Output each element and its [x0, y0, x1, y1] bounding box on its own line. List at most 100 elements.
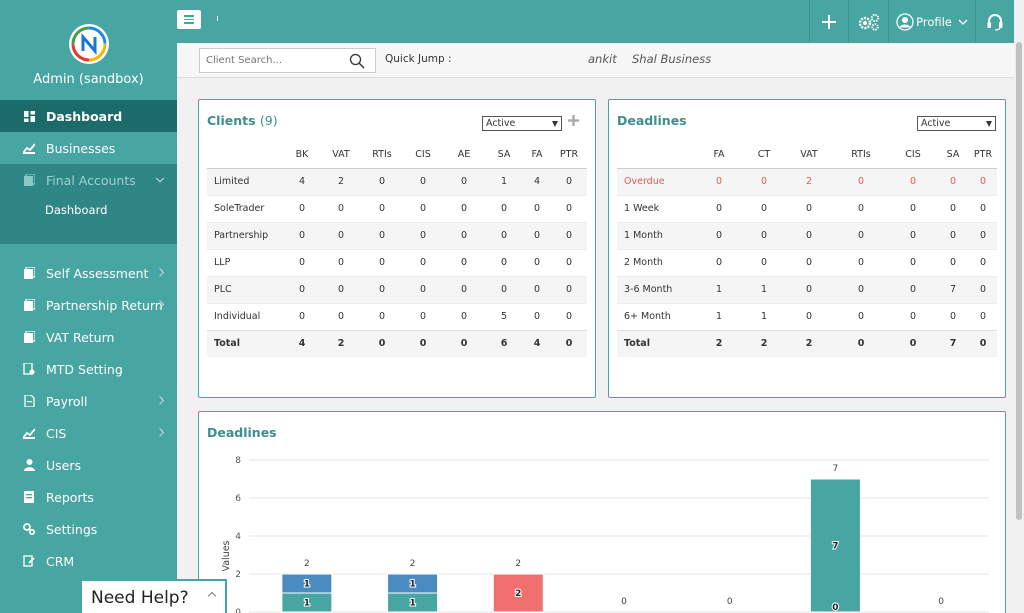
plus-icon — [822, 14, 836, 29]
row-label: Limited — [207, 167, 283, 195]
column-header: BK — [283, 141, 321, 169]
sidebar-item-crm[interactable]: CRM — [0, 545, 177, 577]
table-cell: 0 — [361, 194, 403, 222]
menu-toggle-button[interactable] — [177, 10, 201, 29]
row-label: Individual — [207, 302, 283, 330]
table-cell: 2 — [321, 329, 361, 357]
table-cell: 0 — [485, 248, 523, 276]
need-help-widget[interactable]: Need Help? — [80, 579, 227, 613]
column-header: CT — [743, 141, 785, 169]
gear-icon — [22, 522, 36, 536]
quick-jump-item[interactable]: Shal Business — [632, 52, 711, 66]
table-row: Total 4 2 0 0 0 6 4 0 — [207, 329, 587, 357]
sidebar-item-vat-return[interactable]: VAT Return — [0, 321, 177, 353]
client-search — [199, 48, 376, 73]
table-cell: 0 — [361, 275, 403, 303]
table-cell: 0 — [283, 221, 321, 249]
logo-icon[interactable] — [68, 24, 109, 64]
clients-title-text: Clients — [207, 113, 256, 128]
client-search-input[interactable] — [200, 49, 340, 72]
support-button[interactable] — [975, 0, 1014, 43]
deadlines-table: FA CT VAT RTIs CIS SA PTR Overdue 0 0 2 0 0 0 0 1 Week… — [617, 141, 997, 357]
add-client-button[interactable] — [568, 114, 579, 130]
settings-button[interactable] — [848, 0, 888, 43]
sidebar-item-mtd-setting[interactable]: MTD Setting — [0, 353, 177, 385]
table-cell: 0 — [485, 221, 523, 249]
table-cell: 0 — [523, 248, 551, 276]
sidebar-item-self-assessment[interactable]: Self Assessment — [0, 257, 177, 289]
sidebar-item-final-accounts[interactable]: Final Accounts — [0, 164, 177, 196]
sidebar-item-reports[interactable]: Reports — [0, 481, 177, 513]
avatar-icon — [896, 12, 914, 31]
table-cell: 0 — [695, 167, 743, 195]
column-header: CIS — [403, 141, 443, 169]
table-row: SoleTrader 0 0 0 0 0 0 0 0 — [207, 194, 587, 222]
sidebar-item-dashboard[interactable]: Dashboard — [0, 100, 177, 132]
chevron-up-icon[interactable] — [207, 591, 217, 601]
table-cell: 4 — [523, 167, 551, 195]
table-cell: 0 — [937, 221, 969, 249]
table-row: Total 2 2 2 0 0 7 0 — [617, 329, 997, 357]
table-cell: 0 — [485, 194, 523, 222]
bar-total-label: 0 — [621, 597, 627, 607]
folder-icon — [22, 298, 36, 312]
bar-total-label: 7 — [833, 464, 839, 474]
profile-label: Profile — [916, 14, 952, 29]
table-cell: 0 — [361, 167, 403, 195]
sidebar: Admin (sandbox) Dashboard Businesses Fin… — [0, 0, 177, 613]
table-cell: 1 — [695, 275, 743, 303]
sidebar-item-partnership-return[interactable]: Partnership Return — [0, 289, 177, 321]
table-cell: 0 — [889, 194, 937, 222]
sidebar-item-businesses[interactable]: Businesses — [0, 132, 177, 164]
chevron-right-icon — [155, 396, 165, 405]
table-cell: 0 — [551, 275, 587, 303]
page-scrollbar[interactable] — [1014, 0, 1024, 613]
crm-icon — [22, 554, 36, 568]
table-cell: 0 — [695, 194, 743, 222]
sidebar-item-label: MTD Setting — [46, 361, 123, 377]
search-icon[interactable] — [349, 53, 365, 69]
table-cell: 2 — [743, 329, 785, 357]
table-cell: 2 — [695, 329, 743, 357]
sidebar-item-payroll[interactable]: Payroll — [0, 385, 177, 417]
bar-total-label: 2 — [515, 559, 521, 569]
top-bar-actions: Profile — [809, 0, 1014, 43]
sidebar-item-users[interactable]: Users — [0, 449, 177, 481]
column-header: CIS — [889, 141, 937, 169]
quick-jump-item[interactable]: ankit — [588, 52, 617, 66]
folder-icon — [22, 330, 36, 344]
sidebar-item-label: VAT Return — [46, 329, 115, 345]
table-cell: 0 — [403, 221, 443, 249]
chevron-right-icon — [155, 268, 165, 277]
table-cell: 0 — [937, 194, 969, 222]
row-label: 3-6 Month — [617, 275, 695, 303]
table-cell: 0 — [361, 248, 403, 276]
bar-total-label: 0 — [938, 597, 944, 607]
user-icon — [22, 458, 36, 472]
sidebar-item-settings[interactable]: Settings — [0, 513, 177, 545]
table-cell: 0 — [833, 221, 889, 249]
table-cell: 0 — [889, 221, 937, 249]
table-cell: 0 — [443, 221, 485, 249]
sidebar-subitem-dashboard[interactable]: Dashboard — [0, 198, 177, 222]
table-cell: 0 — [551, 302, 587, 330]
clients-status-select[interactable]: Active — [482, 116, 562, 131]
table-cell: 1 — [743, 302, 785, 330]
table-cell: 0 — [937, 167, 969, 195]
gears-icon — [858, 13, 879, 31]
deadlines-title: Deadlines — [617, 113, 687, 128]
dropdown-arrow-icon — [986, 121, 992, 127]
table-cell: 4 — [283, 167, 321, 195]
table-cell: 0 — [321, 221, 361, 249]
profile-menu[interactable]: Profile — [888, 0, 975, 43]
scrollbar-thumb[interactable] — [1016, 42, 1022, 520]
table-cell: 0 — [283, 275, 321, 303]
sidebar-item-cis[interactable]: CIS — [0, 417, 177, 449]
column-header: RTIs — [361, 141, 403, 169]
table-header-row: BK VAT RTIs CIS AE SA FA PTR — [207, 141, 587, 169]
table-cell: 0 — [969, 248, 997, 276]
table-row: Individual 0 0 0 0 0 5 0 0 — [207, 302, 587, 330]
row-label: Overdue — [617, 167, 695, 195]
add-button[interactable] — [809, 0, 848, 43]
deadlines-status-select[interactable]: Active — [917, 116, 996, 131]
